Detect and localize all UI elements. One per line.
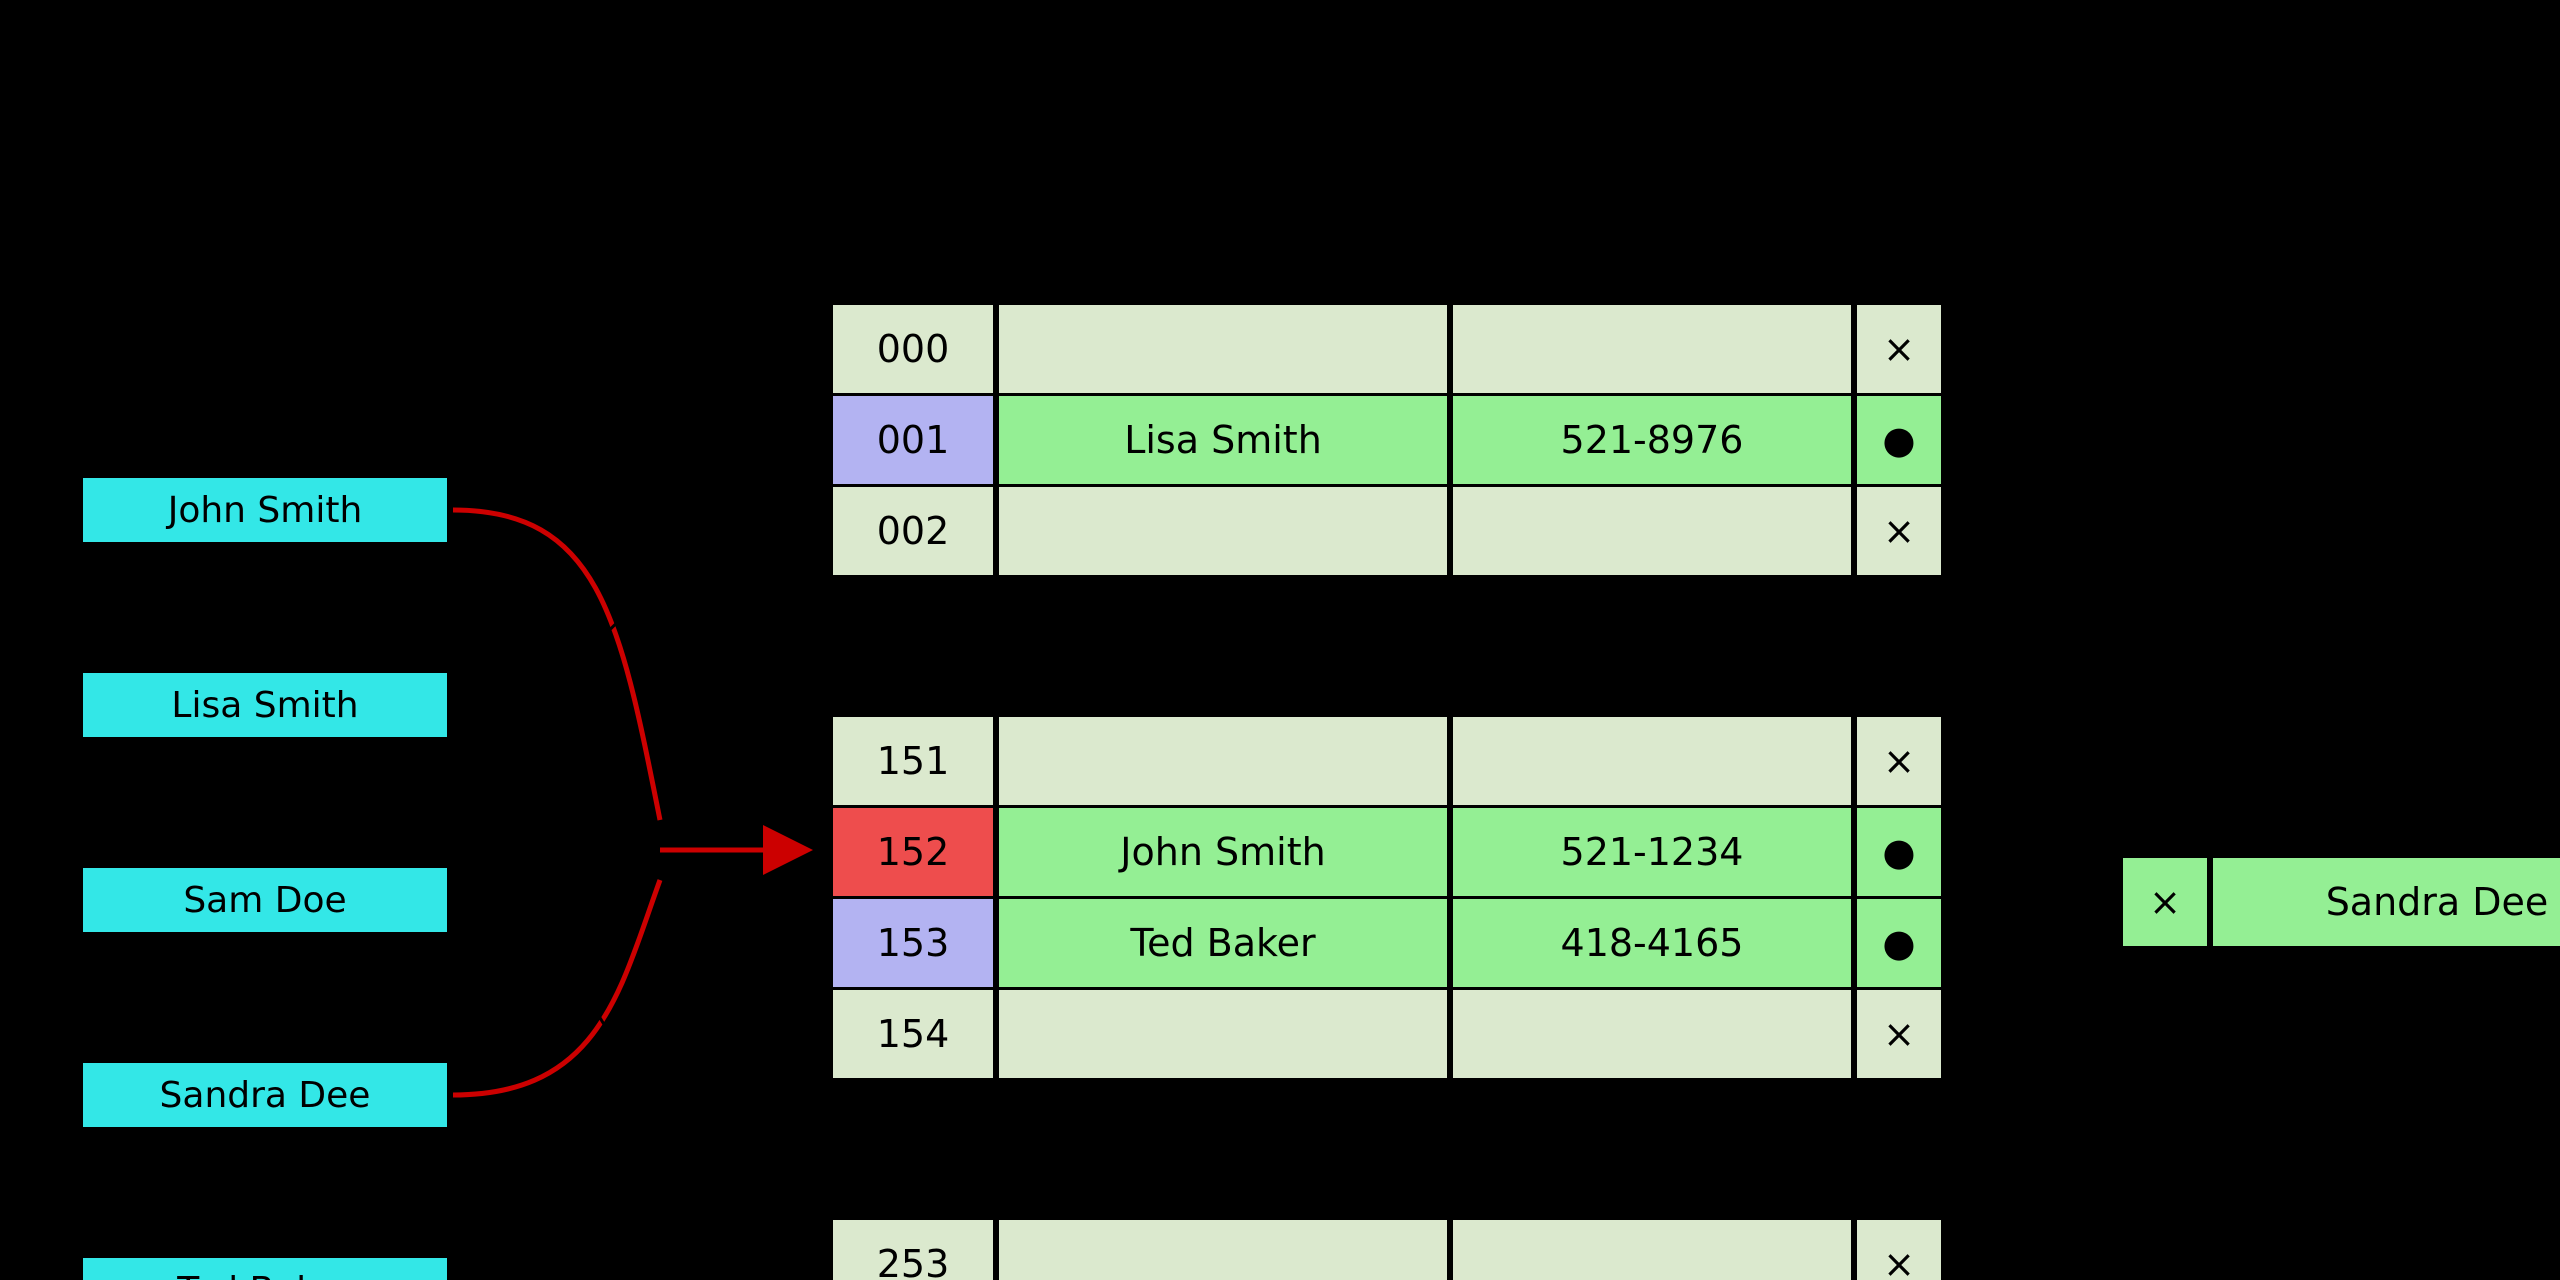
- bucket-phone: [1450, 302, 1854, 396]
- bucket-row: 001 Lisa Smith 521-8976 ●: [830, 393, 1978, 487]
- key-label: John Smith: [168, 490, 363, 531]
- key-label: Ted Baker: [177, 1270, 353, 1280]
- bucket-row: 153 Ted Baker 418-4165 ●: [830, 896, 1978, 990]
- bucket-row: 253 ×: [830, 1217, 1978, 1280]
- bucket-index: 154: [830, 987, 996, 1081]
- key-label: Sam Doe: [183, 880, 346, 921]
- bucket-index: 001: [830, 393, 996, 487]
- bucket-phone: 521-8976: [1450, 393, 1854, 487]
- bucket-name: Lisa Smith: [996, 393, 1450, 487]
- bucket-name: [996, 987, 1450, 1081]
- bucket-row: 152 John Smith 521-1234 ●: [830, 805, 1978, 899]
- bucket-index: 253: [830, 1217, 996, 1280]
- bucket-flag-icon: ×: [1854, 714, 1944, 808]
- bucket-row: 002 ×: [830, 484, 1978, 578]
- bucket-row: 151 ×: [830, 714, 1978, 808]
- bucket-name: [996, 302, 1450, 396]
- bucket-name: John Smith: [996, 805, 1450, 899]
- bucket-phone: 521-1234: [1450, 805, 1854, 899]
- hash-arrow: [453, 445, 808, 705]
- bucket-flag-icon: ×: [1854, 302, 1944, 396]
- key-item: Lisa Smith: [80, 670, 450, 740]
- overflow-arrow: [1958, 852, 2110, 900]
- bucket-flag-icon: ●: [1854, 805, 1944, 899]
- key-label: Lisa Smith: [171, 685, 358, 726]
- key-item: Ted Baker: [80, 1255, 450, 1280]
- bucket-phone: [1450, 484, 1854, 578]
- overflow-header: overflow entries: [2150, 150, 2481, 191]
- key-item: Sandra Dee: [80, 1060, 450, 1130]
- bucket-flag-icon: ×: [1854, 484, 1944, 578]
- hash-arrow: [453, 900, 808, 1280]
- overflow-row: × Sandra Dee 521-9655: [2120, 855, 2560, 949]
- ellipsis-icon: [1370, 604, 1400, 688]
- bucket-row: 154 ×: [830, 987, 1978, 1081]
- bucket-row: 000 ×: [830, 302, 1978, 396]
- diagram-stage: { "headers": { "keys": "keys", "buckets"…: [0, 0, 2560, 1280]
- hash-arrow: [453, 945, 808, 1280]
- key-item: John Smith: [80, 475, 450, 545]
- bucket-index: 153: [830, 896, 996, 990]
- keys-header: keys: [220, 150, 312, 191]
- bucket-index: 002: [830, 484, 996, 578]
- hash-arrow: [453, 510, 660, 820]
- bucket-phone: [1450, 1217, 1854, 1280]
- bucket-index: 000: [830, 302, 996, 396]
- bucket-name: [996, 714, 1450, 808]
- overflow-name: Sandra Dee: [2210, 855, 2560, 949]
- bucket-index: 152: [830, 805, 996, 899]
- bucket-phone: [1450, 987, 1854, 1081]
- bucket-phone: 418-4165: [1450, 896, 1854, 990]
- hash-arrow: [453, 880, 660, 1095]
- bucket-flag-icon: ×: [1854, 987, 1944, 1081]
- overflow-flag-icon: ×: [2120, 855, 2210, 949]
- bucket-flag-icon: ●: [1854, 896, 1944, 990]
- bucket-flag-icon: ●: [1854, 393, 1944, 487]
- key-item: Sam Doe: [80, 865, 450, 935]
- bucket-name: [996, 484, 1450, 578]
- key-label: Sandra Dee: [160, 1075, 371, 1116]
- bucket-name: [996, 1217, 1450, 1280]
- bucket-index: 151: [830, 714, 996, 808]
- bucket-phone: [1450, 714, 1854, 808]
- bucket-name: Ted Baker: [996, 896, 1450, 990]
- ellipsis-icon: [1370, 1107, 1400, 1191]
- bucket-flag-icon: ×: [1854, 1217, 1944, 1280]
- buckets-header: buckets: [1320, 150, 1479, 191]
